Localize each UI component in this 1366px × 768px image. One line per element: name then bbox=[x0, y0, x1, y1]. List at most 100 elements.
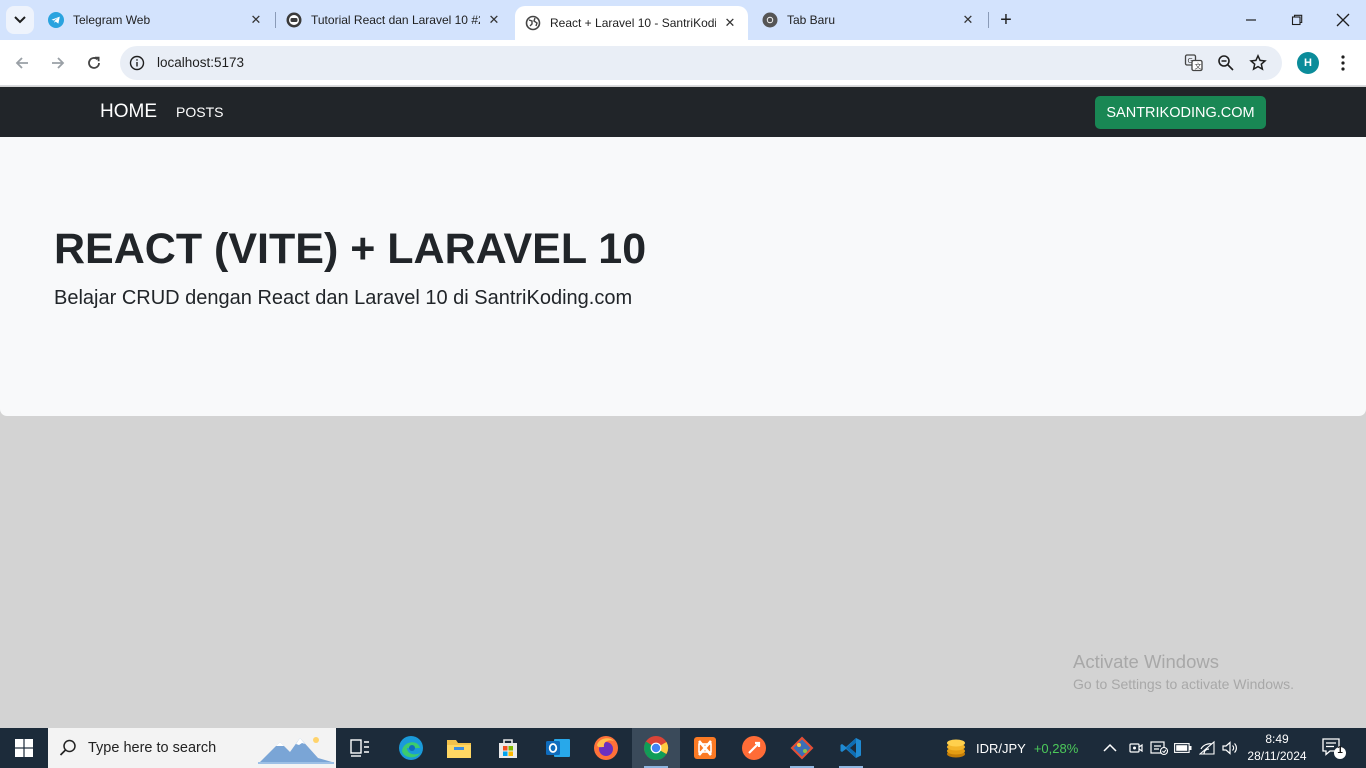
system-clock[interactable]: 8:49 28/11/2024 bbox=[1244, 731, 1310, 765]
show-hidden-icons-button[interactable] bbox=[1101, 739, 1119, 757]
start-button[interactable] bbox=[0, 728, 48, 768]
hero-section: REACT (VITE) + LARAVEL 10 Belajar CRUD d… bbox=[0, 137, 1366, 416]
coins-icon bbox=[947, 739, 965, 758]
forward-button[interactable] bbox=[42, 47, 74, 79]
tab-tutorial[interactable]: Tutorial React dan Laravel 10 #2 ✕ bbox=[276, 0, 512, 40]
tab-title: Telegram Web bbox=[73, 13, 151, 27]
back-button[interactable] bbox=[6, 47, 38, 79]
wifi-icon[interactable] bbox=[1199, 739, 1217, 757]
watermark-subtitle: Go to Settings to activate Windows. bbox=[1073, 676, 1294, 692]
tab-strip: Telegram Web ✕ Tutorial React dan Larave… bbox=[0, 0, 1366, 40]
hero-subtitle: Belajar CRUD dengan React dan Laravel 10… bbox=[54, 287, 633, 309]
taskbar-search[interactable]: Type here to search bbox=[48, 728, 336, 768]
address-bar[interactable]: localhost:5173 G文 bbox=[120, 46, 1282, 80]
hero-title: REACT (VITE) + LARAVEL 10 bbox=[54, 225, 647, 273]
close-icon[interactable]: ✕ bbox=[248, 12, 264, 28]
tab-new[interactable]: Tab Baru ✕ bbox=[752, 0, 986, 40]
telegram-icon bbox=[48, 12, 64, 28]
svg-text:G: G bbox=[1188, 57, 1193, 65]
profile-avatar[interactable]: H bbox=[1297, 52, 1319, 74]
taskbar-outlook[interactable] bbox=[534, 728, 582, 768]
chrome-icon bbox=[644, 736, 669, 761]
close-icon[interactable]: ✕ bbox=[960, 12, 976, 28]
tab-title: Tutorial React dan Laravel 10 #2 bbox=[311, 13, 480, 27]
activate-windows-watermark: Activate Windows Go to Settings to activ… bbox=[1073, 651, 1294, 692]
chrome-icon bbox=[762, 12, 778, 28]
outlook-icon bbox=[546, 739, 570, 757]
chevron-up-icon bbox=[1103, 743, 1117, 752]
watermark-title: Activate Windows bbox=[1073, 651, 1219, 672]
ticker-symbol: IDR/JPY bbox=[976, 740, 1026, 756]
task-view-icon bbox=[350, 739, 369, 757]
file-explorer-icon bbox=[447, 740, 471, 758]
meet-now-icon[interactable] bbox=[1126, 739, 1144, 757]
arrow-left-icon bbox=[15, 57, 28, 69]
tab-title: React + Laravel 10 - SantriKoding bbox=[550, 16, 716, 30]
santrikoding-icon bbox=[286, 12, 302, 28]
zoom-out-icon[interactable] bbox=[1215, 52, 1237, 74]
home-link[interactable]: HOME bbox=[100, 101, 157, 123]
clock-time: 8:49 bbox=[1265, 732, 1289, 746]
reload-button[interactable] bbox=[78, 47, 110, 79]
taskbar-ms-store[interactable] bbox=[484, 728, 532, 768]
arrow-right-icon bbox=[52, 57, 65, 69]
search-highlight-mountain-icon bbox=[258, 732, 334, 764]
taskbar: Type here to search IDR/JPY +0,28% 8:49 … bbox=[0, 728, 1366, 768]
search-placeholder: Type here to search bbox=[88, 740, 217, 756]
notification-center-button[interactable]: 1 bbox=[1322, 738, 1346, 760]
taskbar-file-explorer[interactable] bbox=[435, 728, 483, 768]
chevron-down-icon bbox=[14, 16, 26, 24]
ticker-change: +0,28% bbox=[1033, 740, 1079, 756]
site-navbar: HOME POSTS SANTRIKODING.COM bbox=[0, 87, 1366, 137]
vscode-icon bbox=[840, 738, 861, 758]
minimize-button[interactable] bbox=[1228, 0, 1274, 40]
notification-count: 1 bbox=[1337, 745, 1343, 756]
git-icon bbox=[790, 736, 814, 760]
new-tab-button[interactable]: + bbox=[994, 8, 1018, 32]
taskbar-chrome[interactable] bbox=[632, 728, 680, 768]
edge-icon bbox=[399, 736, 423, 760]
security-center-icon[interactable] bbox=[1150, 739, 1168, 757]
restore-button[interactable] bbox=[1274, 0, 1320, 40]
firefox-icon bbox=[594, 736, 618, 760]
close-window-button[interactable] bbox=[1320, 0, 1366, 40]
taskbar-git[interactable] bbox=[778, 728, 826, 768]
tab-telegram[interactable]: Telegram Web ✕ bbox=[38, 0, 274, 40]
tab-separator bbox=[988, 12, 989, 28]
santrikoding-button[interactable]: SANTRIKODING.COM bbox=[1095, 96, 1266, 129]
close-icon[interactable]: ✕ bbox=[486, 12, 502, 28]
search-icon bbox=[59, 739, 76, 756]
windows-logo-icon bbox=[15, 739, 33, 757]
xampp-icon bbox=[694, 737, 716, 759]
postman-icon bbox=[742, 736, 766, 760]
reload-icon bbox=[88, 56, 100, 69]
web-page: HOME POSTS SANTRIKODING.COM REACT (VITE)… bbox=[0, 87, 1366, 728]
taskbar-xampp[interactable] bbox=[681, 728, 729, 768]
battery-icon[interactable] bbox=[1174, 739, 1192, 757]
task-view-button[interactable] bbox=[336, 728, 384, 768]
stock-ticker-widget[interactable]: IDR/JPY +0,28% bbox=[944, 728, 1078, 768]
more-menu-icon[interactable] bbox=[1332, 52, 1354, 74]
restore-icon bbox=[1291, 14, 1303, 26]
ms-store-icon bbox=[499, 739, 517, 758]
info-icon[interactable] bbox=[128, 54, 146, 72]
translate-icon[interactable]: G文 bbox=[1183, 52, 1205, 74]
posts-link[interactable]: POSTS bbox=[176, 104, 223, 120]
bookmark-star-icon[interactable] bbox=[1247, 52, 1269, 74]
globe-icon bbox=[525, 15, 541, 31]
clock-date: 28/11/2024 bbox=[1247, 749, 1307, 763]
close-icon bbox=[1336, 13, 1350, 27]
volume-icon[interactable] bbox=[1221, 739, 1239, 757]
tab-react-laravel[interactable]: React + Laravel 10 - SantriKoding ✕ bbox=[515, 6, 748, 40]
tab-search-button[interactable] bbox=[6, 6, 34, 34]
tab-title: Tab Baru bbox=[787, 13, 836, 27]
browser-toolbar: localhost:5173 G文 H bbox=[0, 40, 1366, 86]
close-icon[interactable]: ✕ bbox=[722, 15, 738, 31]
taskbar-edge[interactable] bbox=[387, 728, 435, 768]
minimize-icon bbox=[1246, 19, 1256, 21]
svg-text:文: 文 bbox=[1195, 62, 1202, 71]
taskbar-firefox[interactable] bbox=[582, 728, 630, 768]
url-text[interactable]: localhost:5173 bbox=[157, 55, 244, 70]
taskbar-vscode[interactable] bbox=[827, 728, 875, 768]
taskbar-postman[interactable] bbox=[730, 728, 778, 768]
